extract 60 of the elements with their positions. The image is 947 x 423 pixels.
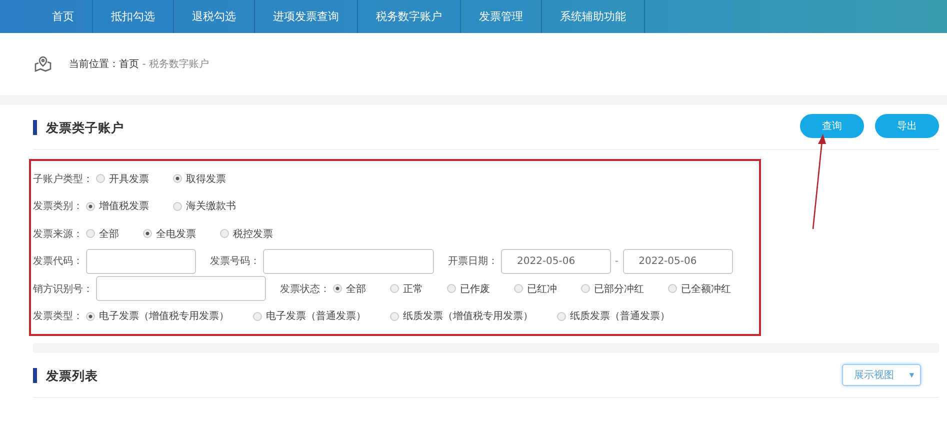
field-label: 发票类型： xyxy=(33,310,83,324)
field-label: 发票号码： xyxy=(210,255,260,268)
nav-tab[interactable]: 系统辅助功能 xyxy=(542,0,645,33)
radio-icon[interactable] xyxy=(173,202,182,211)
radio-option[interactable]: 开具发票 xyxy=(96,172,149,186)
radio-option[interactable]: 已作废 xyxy=(447,282,490,296)
radio-option[interactable]: 电子发票（增值税专用发票） xyxy=(86,309,229,324)
radio-option[interactable]: 全电发票 xyxy=(143,226,196,241)
radio-icon[interactable] xyxy=(390,284,399,294)
radio-icon[interactable] xyxy=(86,229,95,238)
radio-option[interactable]: 税控发票 xyxy=(220,226,273,241)
radio-option[interactable]: 全部 xyxy=(86,226,119,241)
nav-tab[interactable]: 进项发票查询 xyxy=(255,0,358,33)
radio-icon[interactable] xyxy=(514,284,523,294)
field-label: 销方识别号： xyxy=(33,282,93,296)
date-field[interactable]: 2022-05-06 xyxy=(622,248,733,274)
nav-tab[interactable]: 抵扣勾选 xyxy=(93,0,174,33)
map-pin-icon xyxy=(34,55,52,73)
nav-tab[interactable]: 退税勾选 xyxy=(174,0,255,33)
input-field[interactable] xyxy=(86,248,196,274)
range-separator: - xyxy=(615,256,619,267)
radio-option[interactable]: 纸质发票（增值税专用发票） xyxy=(390,309,533,324)
radio-icon[interactable] xyxy=(143,229,152,238)
radio-option[interactable]: 电子发票（普通发票） xyxy=(253,309,366,324)
field-label: 开票日期： xyxy=(448,254,498,268)
radio-icon[interactable] xyxy=(447,284,456,294)
radio-icon[interactable] xyxy=(173,174,182,184)
field-label: 子账户类型： xyxy=(33,172,93,186)
radio-option[interactable]: 取得发票 xyxy=(173,172,226,186)
field-label: 发票代码： xyxy=(33,255,83,268)
radio-option[interactable]: 增值税发票 xyxy=(86,199,149,214)
radio-icon[interactable] xyxy=(581,284,590,294)
radio-icon[interactable] xyxy=(333,284,342,294)
nav-tab[interactable]: 发票管理 xyxy=(461,0,542,33)
radio-option[interactable]: 全部 xyxy=(333,282,366,296)
radio-option[interactable]: 已部分冲红 xyxy=(581,282,644,296)
radio-icon[interactable] xyxy=(86,312,95,321)
radio-icon[interactable] xyxy=(253,312,262,321)
radio-option[interactable]: 已全额冲红 xyxy=(668,282,731,296)
radio-option[interactable]: 已红冲 xyxy=(514,282,557,296)
section-title: 发票列表 xyxy=(33,368,98,382)
field-label: 发票状态： xyxy=(280,282,330,296)
radio-option[interactable]: 纸质发票（普通发票） xyxy=(557,309,670,324)
nav-tab[interactable]: 首页 xyxy=(34,0,93,33)
input-field[interactable] xyxy=(263,248,434,274)
radio-icon[interactable] xyxy=(220,229,229,238)
section-title: 发票类子账户 xyxy=(33,120,124,134)
breadcrumb: 当前位置：首页 - 税务数字账户 xyxy=(69,58,209,71)
radio-option[interactable]: 海关缴款书 xyxy=(173,199,236,214)
date-field[interactable]: 2022-05-06 xyxy=(501,248,611,274)
input-field[interactable] xyxy=(96,276,266,302)
field-label: 发票来源： xyxy=(33,228,83,241)
radio-icon[interactable] xyxy=(96,174,105,184)
radio-icon[interactable] xyxy=(557,312,566,321)
radio-icon[interactable] xyxy=(390,312,399,321)
radio-icon[interactable] xyxy=(668,284,677,294)
field-label: 发票类别： xyxy=(33,200,83,214)
radio-icon[interactable] xyxy=(86,202,95,211)
nav-tab[interactable]: 税务数字账户 xyxy=(358,0,461,33)
radio-option[interactable]: 正常 xyxy=(390,282,423,296)
